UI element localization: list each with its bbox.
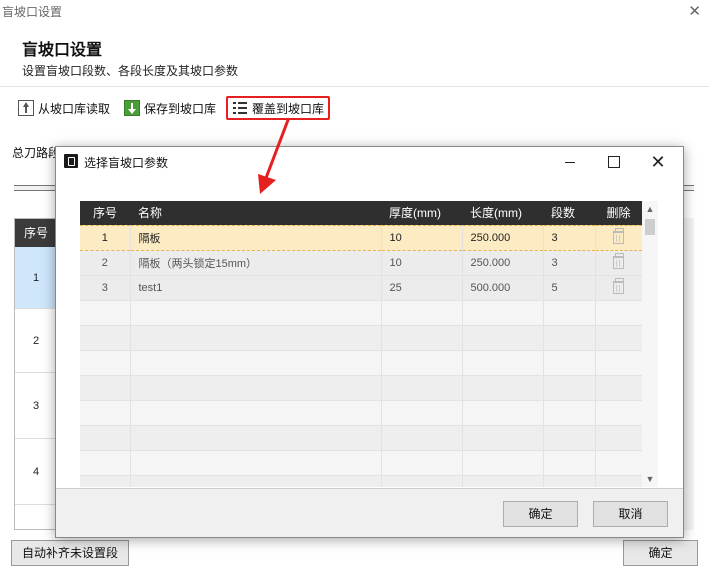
cell-index: 1 bbox=[80, 224, 131, 251]
list-icon bbox=[232, 100, 248, 116]
auto-fill-button[interactable]: 自动补齐未设置段 bbox=[11, 540, 129, 566]
empty-row bbox=[80, 300, 642, 326]
overwrite-library-label: 覆盖到坡口库 bbox=[252, 101, 325, 116]
outer-window-title: 盲坡口设置 bbox=[2, 5, 63, 19]
outer-grid-row[interactable]: 1 bbox=[15, 247, 57, 309]
cell-index: 3 bbox=[80, 275, 131, 301]
empty-row bbox=[80, 400, 642, 426]
table-row[interactable]: 3 test1 25 500.000 5 bbox=[80, 275, 642, 301]
empty-row bbox=[80, 425, 642, 451]
trash-icon[interactable] bbox=[613, 253, 624, 269]
cell-name: 隔板 bbox=[130, 224, 382, 251]
empty-row bbox=[80, 450, 642, 476]
select-bevel-dialog: 选择盲坡口参数 ✕ 序号 名称 厚度(mm) 长度(mm) 段数 删除 1 隔板… bbox=[55, 146, 684, 538]
delete-cell[interactable] bbox=[595, 224, 642, 251]
cell-segments: 3 bbox=[543, 250, 596, 276]
cell-index: 2 bbox=[80, 250, 131, 276]
scroll-down-icon[interactable]: ▼ bbox=[642, 471, 658, 487]
col-header-index[interactable]: 序号 bbox=[80, 201, 130, 225]
read-from-library-button[interactable]: 从坡口库读取 bbox=[14, 96, 114, 120]
outer-close-icon[interactable]: ✕ bbox=[688, 2, 701, 20]
outer-titlebar: 盲坡口设置 ✕ bbox=[0, 0, 709, 22]
dialog-titlebar: 选择盲坡口参数 ✕ bbox=[56, 147, 683, 177]
toolbar: 从坡口库读取 保存到坡口库 覆盖到坡口库 bbox=[14, 96, 336, 120]
close-icon[interactable]: ✕ bbox=[636, 147, 680, 177]
cell-segments: 5 bbox=[543, 275, 596, 301]
cell-length: 500.000 bbox=[462, 275, 544, 301]
overwrite-library-button[interactable]: 覆盖到坡口库 bbox=[226, 96, 331, 120]
empty-row bbox=[80, 325, 642, 351]
table-row[interactable]: 1 隔板 10 250.000 3 bbox=[80, 224, 642, 251]
bevel-table-wrapper: 序号 名称 厚度(mm) 长度(mm) 段数 删除 1 隔板 10 250.00… bbox=[80, 201, 642, 487]
cell-thickness: 10 bbox=[381, 250, 463, 276]
col-header-length[interactable]: 长度(mm) bbox=[462, 201, 543, 225]
bevel-table: 序号 名称 厚度(mm) 长度(mm) 段数 删除 1 隔板 10 250.00… bbox=[80, 201, 642, 487]
cancel-button[interactable]: 取消 bbox=[593, 501, 668, 527]
cell-thickness: 10 bbox=[381, 224, 463, 251]
col-header-thickness[interactable]: 厚度(mm) bbox=[381, 201, 462, 225]
cell-segments: 3 bbox=[543, 224, 596, 251]
table-scrollbar[interactable]: ▲ ▼ bbox=[642, 201, 658, 487]
outer-grid-header: 序号 bbox=[15, 219, 57, 247]
header-divider bbox=[0, 86, 709, 87]
dialog-title: 选择盲坡口参数 bbox=[84, 156, 169, 170]
col-header-delete[interactable]: 删除 bbox=[595, 201, 642, 225]
app-icon bbox=[64, 154, 78, 168]
page-title: 盲坡口设置 bbox=[22, 42, 103, 59]
trash-icon[interactable] bbox=[613, 278, 624, 294]
empty-row bbox=[80, 475, 642, 487]
col-header-segments[interactable]: 段数 bbox=[543, 201, 595, 225]
dialog-body: 序号 名称 厚度(mm) 长度(mm) 段数 删除 1 隔板 10 250.00… bbox=[56, 177, 683, 489]
table-header-row: 序号 名称 厚度(mm) 长度(mm) 段数 删除 bbox=[80, 201, 642, 225]
cell-length: 250.000 bbox=[462, 224, 544, 251]
table-row[interactable]: 2 隔板（两头锁定15mm） 10 250.000 3 bbox=[80, 250, 642, 276]
download-icon bbox=[124, 100, 141, 116]
minimize-icon[interactable] bbox=[548, 147, 592, 177]
cell-name: test1 bbox=[130, 275, 382, 301]
cell-thickness: 25 bbox=[381, 275, 463, 301]
outer-grid-row[interactable]: 4 bbox=[15, 439, 57, 505]
scroll-thumb[interactable] bbox=[645, 219, 655, 235]
annotation-arrow-icon bbox=[258, 118, 290, 194]
outer-grid-row[interactable]: 3 bbox=[15, 373, 57, 439]
page-subtitle: 设置盲坡口段数、各段长度及其坡口参数 bbox=[22, 64, 239, 78]
delete-cell[interactable] bbox=[595, 275, 642, 301]
col-header-name[interactable]: 名称 bbox=[130, 201, 381, 225]
empty-row bbox=[80, 350, 642, 376]
scroll-up-icon[interactable]: ▲ bbox=[642, 201, 658, 217]
cell-name: 隔板（两头锁定15mm） bbox=[130, 250, 382, 276]
maximize-icon[interactable] bbox=[592, 147, 636, 177]
ok-button[interactable]: 确定 bbox=[503, 501, 578, 527]
outer-grid-row[interactable]: 2 bbox=[15, 309, 57, 373]
read-from-library-label: 从坡口库读取 bbox=[38, 101, 111, 116]
save-to-library-label: 保存到坡口库 bbox=[144, 101, 217, 116]
trash-icon[interactable] bbox=[613, 228, 624, 244]
outer-ok-button[interactable]: 确定 bbox=[623, 540, 698, 566]
empty-row bbox=[80, 375, 642, 401]
upload-icon bbox=[18, 100, 34, 116]
save-to-library-button[interactable]: 保存到坡口库 bbox=[120, 96, 220, 120]
delete-cell[interactable] bbox=[595, 250, 642, 276]
cell-length: 250.000 bbox=[462, 250, 544, 276]
